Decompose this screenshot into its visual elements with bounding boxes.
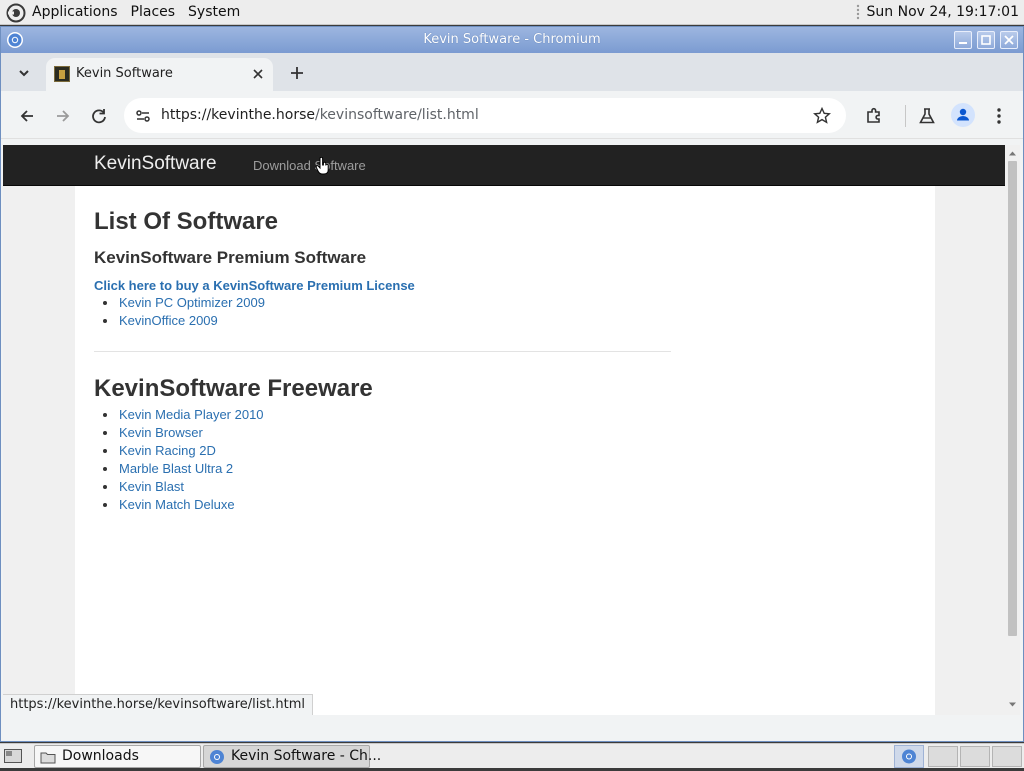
- tab-close-icon[interactable]: [249, 65, 267, 83]
- window-titlebar[interactable]: Kevin Software - Chromium: [1, 27, 1023, 53]
- url-host: https://kevinthe.horse: [161, 107, 315, 123]
- page-title: List Of Software: [94, 208, 279, 235]
- software-link[interactable]: Kevin Blast: [119, 479, 184, 494]
- minimize-button[interactable]: [954, 31, 972, 49]
- list-item: Marble Blast Ultra 2: [94, 460, 264, 478]
- software-link[interactable]: Kevin Browser: [119, 425, 203, 440]
- list-item: Kevin PC Optimizer 2009: [94, 294, 265, 312]
- tab-search-chevron-down-icon[interactable]: [12, 61, 36, 85]
- folder-icon: [40, 752, 56, 764]
- software-link[interactable]: Kevin Match Deluxe: [119, 497, 235, 512]
- list-item: Kevin Racing 2D: [94, 442, 264, 460]
- panel-menus: Applications Places System: [6, 2, 253, 23]
- software-link[interactable]: Kevin Media Player 2010: [119, 407, 264, 422]
- tab-title: Kevin Software: [76, 66, 173, 81]
- labs-flask-icon[interactable]: [914, 103, 940, 129]
- maximize-button[interactable]: [977, 31, 995, 49]
- taskbar-item-label: Kevin Software - Ch...: [231, 748, 382, 764]
- top-panel: Applications Places System Sun Nov 24, 1…: [0, 0, 1024, 25]
- section-divider: [94, 351, 671, 352]
- content-container: List Of Software KevinSoftware Premium S…: [75, 186, 935, 715]
- chromium-icon: [902, 749, 916, 764]
- software-link[interactable]: KevinOffice 2009: [119, 313, 218, 328]
- software-link[interactable]: Kevin PC Optimizer 2009: [119, 295, 265, 310]
- kebab-menu-icon[interactable]: [986, 103, 1012, 129]
- close-window-button[interactable]: [1000, 31, 1018, 49]
- close-icon: [1004, 35, 1014, 45]
- page-scrollbar[interactable]: [1005, 145, 1020, 715]
- premium-heading: KevinSoftware Premium Software: [94, 248, 367, 267]
- freeware-software-list: Kevin Media Player 2010 Kevin Browser Ke…: [94, 406, 264, 514]
- page-viewport: KevinSoftware Download Software List Of …: [3, 145, 1005, 715]
- browser-toolbar: https://kevinthe.horse/kevinsoftware/lis…: [1, 91, 1023, 139]
- distro-logo-icon[interactable]: [6, 3, 26, 23]
- link-status-bubble: https://kevinthe.horse/kevinsoftware/lis…: [3, 694, 314, 715]
- menu-system[interactable]: System: [188, 2, 240, 23]
- workspace-1[interactable]: [928, 746, 958, 767]
- workspace-2[interactable]: [960, 746, 990, 767]
- software-link[interactable]: Kevin Racing 2D: [119, 443, 216, 458]
- maximize-icon: [981, 35, 991, 45]
- back-arrow-icon[interactable]: [14, 103, 40, 129]
- toolbar-separator: [905, 105, 906, 127]
- scrollbar-thumb[interactable]: [1008, 161, 1017, 636]
- nav-link-download-software[interactable]: Download Software: [253, 158, 366, 173]
- taskbar-item-kevin-software[interactable]: Kevin Software - Ch...: [203, 745, 381, 768]
- tray-chromium-button[interactable]: [894, 745, 924, 768]
- list-item: Kevin Blast: [94, 478, 264, 496]
- tab-kevin-software[interactable]: Kevin Software: [46, 58, 273, 91]
- software-link[interactable]: Marble Blast Ultra 2: [119, 461, 233, 476]
- list-item: KevinOffice 2009: [94, 312, 265, 330]
- forward-arrow-icon[interactable]: [50, 103, 76, 129]
- window-title: Kevin Software - Chromium: [423, 32, 601, 47]
- scroll-down-arrow-icon[interactable]: [1008, 700, 1017, 709]
- taskbar-item-downloads[interactable]: Downloads: [34, 745, 201, 768]
- site-info-tune-icon[interactable]: [133, 106, 153, 126]
- buy-premium-license-link[interactable]: Click here to buy a KevinSoftware Premiu…: [94, 278, 415, 293]
- menu-applications[interactable]: Applications: [32, 2, 118, 23]
- list-item: Kevin Browser: [94, 424, 264, 442]
- url-text[interactable]: https://kevinthe.horse/kevinsoftware/lis…: [161, 107, 479, 123]
- extensions-puzzle-icon[interactable]: [861, 103, 887, 129]
- scroll-up-arrow-icon[interactable]: [1008, 149, 1017, 158]
- hand-pointer-cursor-icon: [315, 157, 329, 175]
- chromium-icon: [210, 750, 224, 764]
- freeware-heading: KevinSoftware Freeware: [94, 375, 373, 402]
- new-tab-plus-icon[interactable]: [285, 61, 309, 85]
- list-item: Kevin Match Deluxe: [94, 496, 264, 514]
- site-brand-link[interactable]: KevinSoftware: [94, 153, 217, 175]
- panel-clock[interactable]: Sun Nov 24, 19:17:01: [867, 2, 1019, 23]
- show-desktop-icon[interactable]: [3, 747, 23, 766]
- workspace-3[interactable]: [992, 746, 1022, 767]
- site-navbar: KevinSoftware Download Software: [3, 145, 1005, 186]
- bottom-panel: Downloads Kevin Software - Ch...: [0, 743, 1024, 768]
- minimize-icon: [959, 42, 967, 44]
- url-path: /kevinsoftware/list.html: [314, 107, 479, 123]
- list-item: Kevin Media Player 2010: [94, 406, 264, 424]
- panel-grip-icon[interactable]: [856, 4, 860, 21]
- menu-places[interactable]: Places: [131, 2, 176, 23]
- reload-icon[interactable]: [86, 103, 112, 129]
- address-bar[interactable]: https://kevinthe.horse/kevinsoftware/lis…: [124, 98, 846, 133]
- tab-strip: Kevin Software: [1, 53, 1023, 91]
- profile-avatar[interactable]: [951, 103, 975, 127]
- bookmark-star-icon[interactable]: [812, 106, 832, 126]
- person-icon: [957, 108, 969, 121]
- premium-software-list: Kevin PC Optimizer 2009 KevinOffice 2009: [94, 294, 265, 330]
- taskbar-item-label: Downloads: [62, 748, 139, 764]
- site-favicon-icon: [54, 66, 70, 82]
